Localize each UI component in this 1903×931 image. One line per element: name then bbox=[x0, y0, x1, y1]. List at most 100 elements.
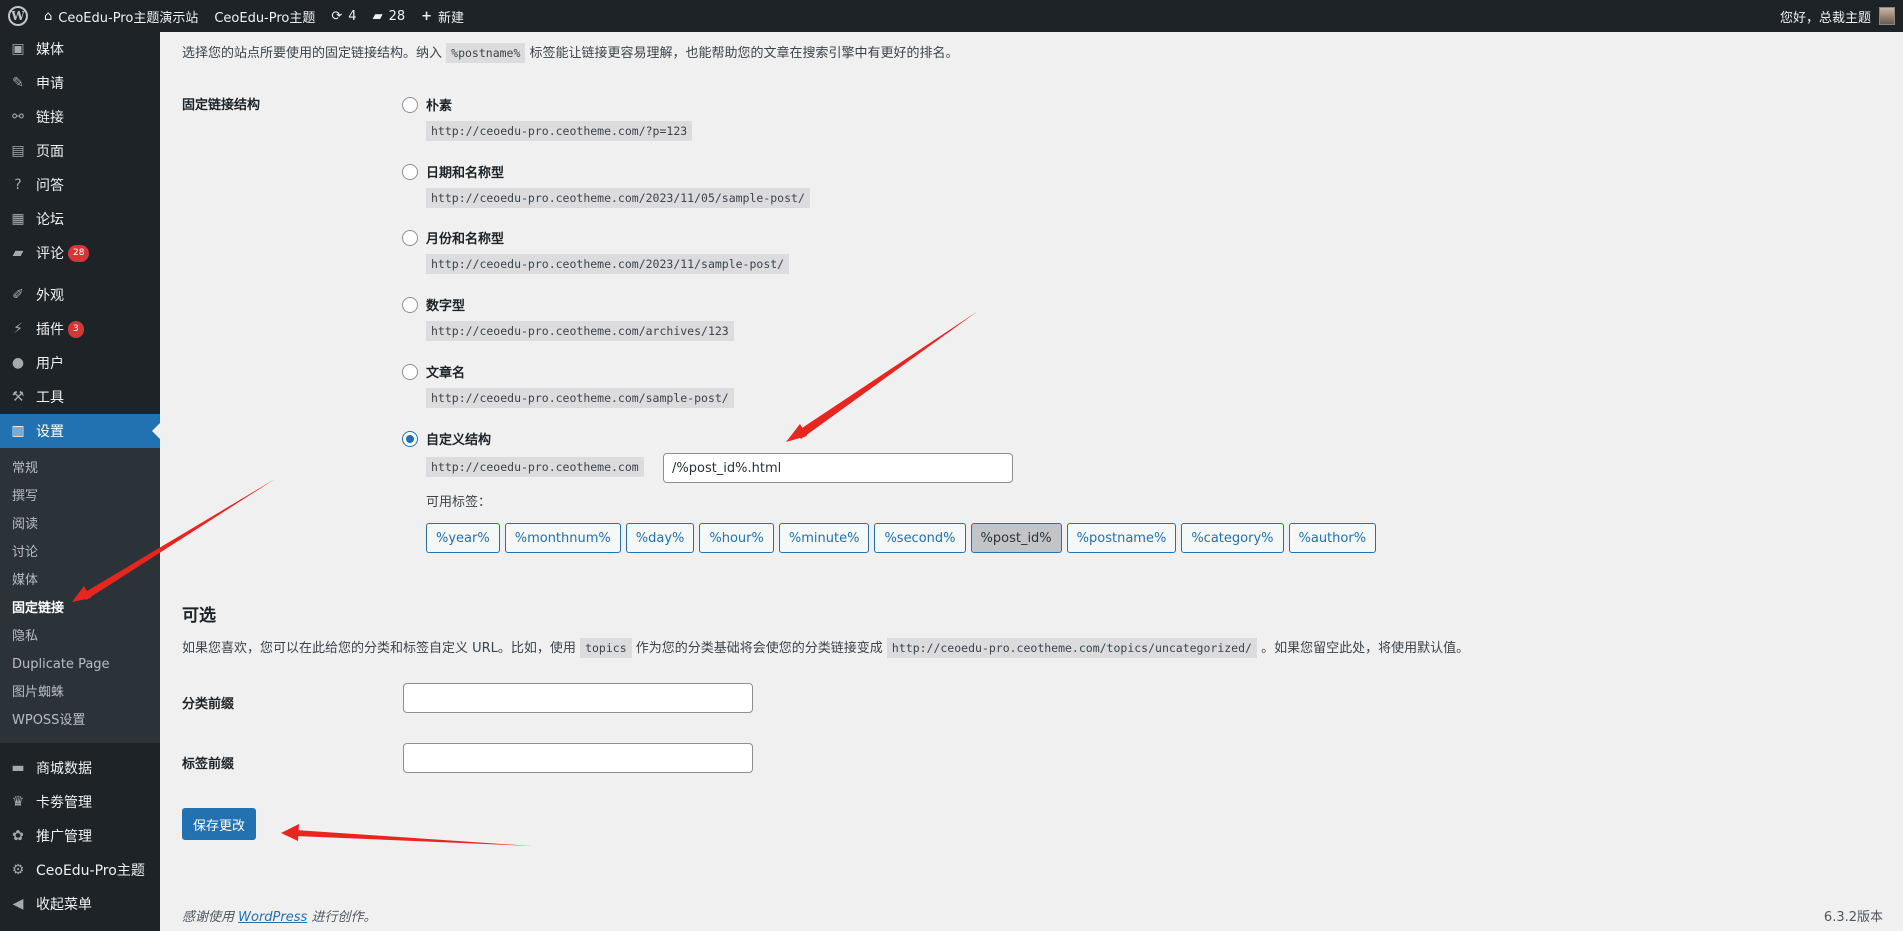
tag-button[interactable]: %day% bbox=[625, 523, 695, 553]
submenu-item[interactable]: 固定链接 bbox=[0, 595, 160, 623]
plugin-icon: ⚡ bbox=[13, 321, 23, 337]
greeting-text: 您好，总裁主题 bbox=[1779, 10, 1871, 26]
tag-button[interactable]: %hour% bbox=[699, 523, 774, 553]
theme-link[interactable]: CeoEdu-Pro主题 bbox=[206, 0, 323, 32]
tag-base-label: 标签前缀 bbox=[182, 757, 235, 772]
permalink-option-label: 文章名 bbox=[426, 366, 466, 381]
submenu-item[interactable]: 媒体 bbox=[0, 567, 160, 595]
main-content: 选择您的站点所要使用的固定链接结构。纳入 %postname% 标签能让链接更容… bbox=[160, 32, 1903, 931]
submenu-item[interactable]: WPOSS设置 bbox=[0, 707, 160, 735]
available-tags-label: 可用标签： bbox=[426, 495, 492, 510]
settings-submenu: 常规 撰写 阅读 讨论 媒体 固定链接 隐私 Duplicate Page 图片蜘蛛 WPOSS设… bbox=[0, 448, 160, 743]
tag-base-input[interactable] bbox=[403, 743, 753, 773]
submenu-item[interactable]: Duplicate Page bbox=[0, 651, 160, 679]
tag-button[interactable]: %post_id% bbox=[970, 523, 1062, 553]
intro-text: 选择您的站点所要使用的固定链接结构。纳入 %postname% 标签能让链接更容… bbox=[182, 42, 959, 63]
updates-link[interactable]: ⟳ 4 bbox=[323, 0, 364, 32]
custom-structure-input[interactable]: /%post_id%.html bbox=[663, 453, 1013, 483]
radio-button[interactable] bbox=[402, 96, 418, 113]
permalink-option[interactable]: 日期和名称型 bbox=[402, 162, 504, 181]
optional-description: 如果您喜欢，您可以在此给您的分类和标签自定义 URL。比如，使用 topics … bbox=[182, 637, 1470, 658]
edit-icon: ✎ bbox=[12, 75, 24, 91]
permalink-option-label: 自定义结构 bbox=[426, 433, 492, 448]
sidebar-item-comment[interactable]: ▰ 评论 28 bbox=[0, 236, 160, 270]
tag-button[interactable]: %monthnum% bbox=[504, 523, 621, 553]
admin-bar: W ⌂ CeoEdu-Pro主题演示站 CeoEdu-Pro主题 ⟳ 4 ▰ 2… bbox=[0, 0, 1903, 32]
theme-link-label: CeoEdu-Pro主题 bbox=[214, 10, 316, 26]
sidebar-item-link[interactable]: ⚯ 链接 bbox=[0, 100, 160, 134]
sidebar-item-gear[interactable]: ⚙ CeoEdu-Pro主题 bbox=[0, 853, 160, 887]
sidebar-item-store[interactable]: ▬ 商城数据 bbox=[0, 751, 160, 785]
sidebar-item-label: CeoEdu-Pro主题 bbox=[36, 863, 145, 879]
sidebar-item-plugin[interactable]: ⚡ 插件 3 bbox=[0, 312, 160, 346]
sidebar-item-page[interactable]: ▤ 页面 bbox=[0, 134, 160, 168]
footer-thanks: 感谢使用 WordPress 进行创作。 bbox=[182, 906, 376, 925]
question-icon: ? bbox=[14, 177, 22, 193]
wordpress-link[interactable]: WordPress bbox=[238, 910, 307, 925]
count-badge: 3 bbox=[68, 320, 84, 338]
intro-part: 标签能让链接更容易理解，也能帮助您的文章在搜索引擎中有更好的排名。 bbox=[529, 46, 959, 61]
radio-button[interactable] bbox=[402, 296, 418, 313]
tag-button[interactable]: %minute% bbox=[778, 523, 870, 553]
user-icon: ● bbox=[11, 355, 25, 371]
radio-button[interactable] bbox=[402, 229, 418, 246]
radio-button[interactable] bbox=[402, 163, 418, 180]
new-content-link[interactable]: + 新建 bbox=[413, 0, 472, 32]
submenu-item[interactable]: 隐私 bbox=[0, 623, 160, 651]
permalink-option[interactable]: 朴素 bbox=[402, 95, 452, 114]
structure-label: 固定链接结构 bbox=[182, 98, 261, 113]
sidebar-item-media[interactable]: ▣ 媒体 bbox=[0, 32, 160, 66]
promo-icon: ✿ bbox=[12, 828, 24, 844]
media-icon: ▣ bbox=[11, 41, 25, 57]
tag-button[interactable]: %year% bbox=[426, 523, 500, 553]
sidebar-item-wrench[interactable]: ⚒ 工具 bbox=[0, 380, 160, 414]
sidebar-item-label: 问答 bbox=[36, 178, 64, 194]
sidebar-item-brush[interactable]: ✐ 外观 bbox=[0, 278, 160, 312]
sidebar-item-settings[interactable]: ▥ 设置 bbox=[0, 414, 160, 448]
permalink-option-label: 朴素 bbox=[426, 99, 453, 114]
permalink-example: http://ceoedu-pro.ceotheme.com/?p=123 bbox=[426, 121, 693, 141]
submenu-item[interactable]: 讨论 bbox=[0, 539, 160, 567]
permalink-option[interactable]: 自定义结构 bbox=[402, 429, 491, 448]
site-name-link[interactable]: ⌂ CeoEdu-Pro主题演示站 bbox=[36, 0, 206, 32]
radio-button[interactable] bbox=[402, 363, 418, 380]
submenu-item[interactable]: 撰写 bbox=[0, 483, 160, 511]
submenu-item[interactable]: 阅读 bbox=[0, 511, 160, 539]
permalink-option[interactable]: 文章名 bbox=[402, 362, 465, 381]
permalink-example: http://ceoedu-pro.ceotheme.com/2023/11/s… bbox=[426, 254, 790, 274]
save-button[interactable]: 保存更改 bbox=[182, 808, 257, 840]
version-text: 6.3.2版本 bbox=[1823, 910, 1883, 925]
sidebar-item-label: 商城数据 bbox=[36, 761, 92, 777]
comment-bubble-icon: ▰ bbox=[372, 8, 383, 24]
my-account[interactable]: 您好，总裁主题 bbox=[1780, 7, 1903, 26]
submenu-item[interactable]: 图片蜘蛛 bbox=[0, 679, 160, 707]
wp-logo-menu[interactable]: W bbox=[0, 0, 36, 32]
permalink-option-label: 月份和名称型 bbox=[426, 232, 505, 247]
permalink-example: http://ceoedu-pro.ceotheme.com bbox=[426, 457, 644, 477]
permalink-option[interactable]: 月份和名称型 bbox=[402, 228, 504, 247]
tag-button[interactable]: %second% bbox=[874, 523, 966, 553]
sidebar-item-label: 工具 bbox=[36, 390, 64, 406]
sidebar-item-label: 用户 bbox=[36, 356, 64, 372]
radio-button[interactable] bbox=[402, 430, 418, 447]
sidebar-item-collapse[interactable]: ◀ 收起菜单 bbox=[0, 887, 160, 921]
sidebar-item-card[interactable]: ♛ 卡劵管理 bbox=[0, 785, 160, 819]
permalink-option[interactable]: 数字型 bbox=[402, 295, 465, 314]
sidebar-item-label: 插件 bbox=[36, 322, 64, 338]
sidebar-item-promo[interactable]: ✿ 推广管理 bbox=[0, 819, 160, 853]
sidebar-item-user[interactable]: ● 用户 bbox=[0, 346, 160, 380]
submenu-item[interactable]: 常规 bbox=[0, 455, 160, 483]
tag-button[interactable]: %postname% bbox=[1066, 523, 1177, 553]
sidebar-item-label: 外观 bbox=[36, 288, 64, 304]
sidebar-item-edit[interactable]: ✎ 申请 bbox=[0, 66, 160, 100]
sidebar-item-forum[interactable]: ▦ 论坛 bbox=[0, 202, 160, 236]
sidebar-item-question[interactable]: ? 问答 bbox=[0, 168, 160, 202]
optional-desc-part: 。如果您留空此处，将使用默认值。 bbox=[1261, 641, 1470, 656]
tag-button[interactable]: %author% bbox=[1288, 523, 1377, 553]
tag-button[interactable]: %category% bbox=[1181, 523, 1284, 553]
comments-link[interactable]: ▰ 28 bbox=[365, 0, 414, 32]
permalink-option-label: 数字型 bbox=[426, 299, 466, 314]
category-base-input[interactable] bbox=[403, 683, 753, 713]
settings-icon: ▥ bbox=[11, 423, 25, 439]
updates-icon: ⟳ bbox=[331, 8, 343, 24]
